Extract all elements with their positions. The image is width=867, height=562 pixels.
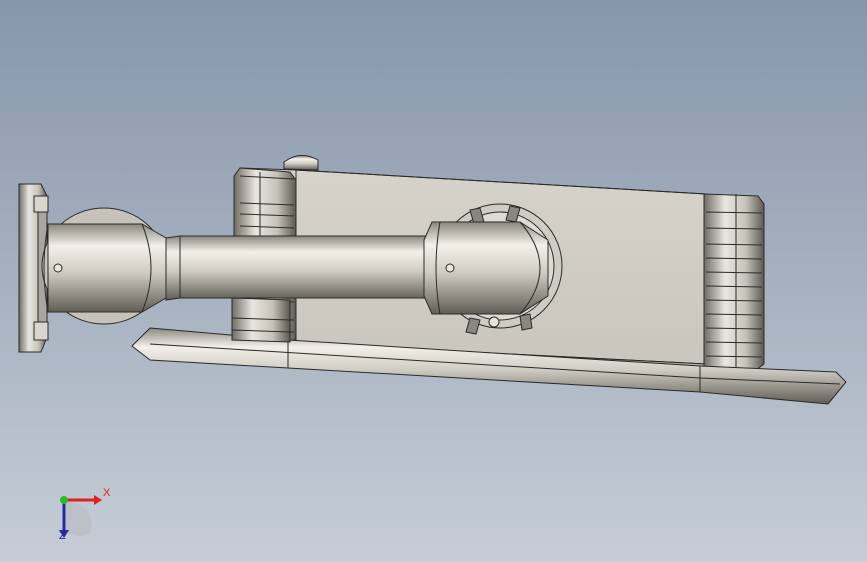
connecting-arm-tube[interactable] (165, 235, 431, 301)
left-ball-joint[interactable] (41, 207, 167, 325)
right-ball-joint[interactable] (423, 221, 549, 315)
top-knob[interactable] (283, 155, 319, 171)
z-axis-label: Z (59, 530, 66, 542)
coordinate-triad: X Z (40, 478, 120, 548)
cad-graphics-viewport[interactable]: X Z (0, 0, 867, 562)
lower-bracket[interactable] (231, 297, 291, 343)
right-ribbed-block[interactable] (703, 193, 765, 371)
x-axis-label: X (103, 487, 111, 499)
cad-model-rendering[interactable] (0, 0, 867, 562)
